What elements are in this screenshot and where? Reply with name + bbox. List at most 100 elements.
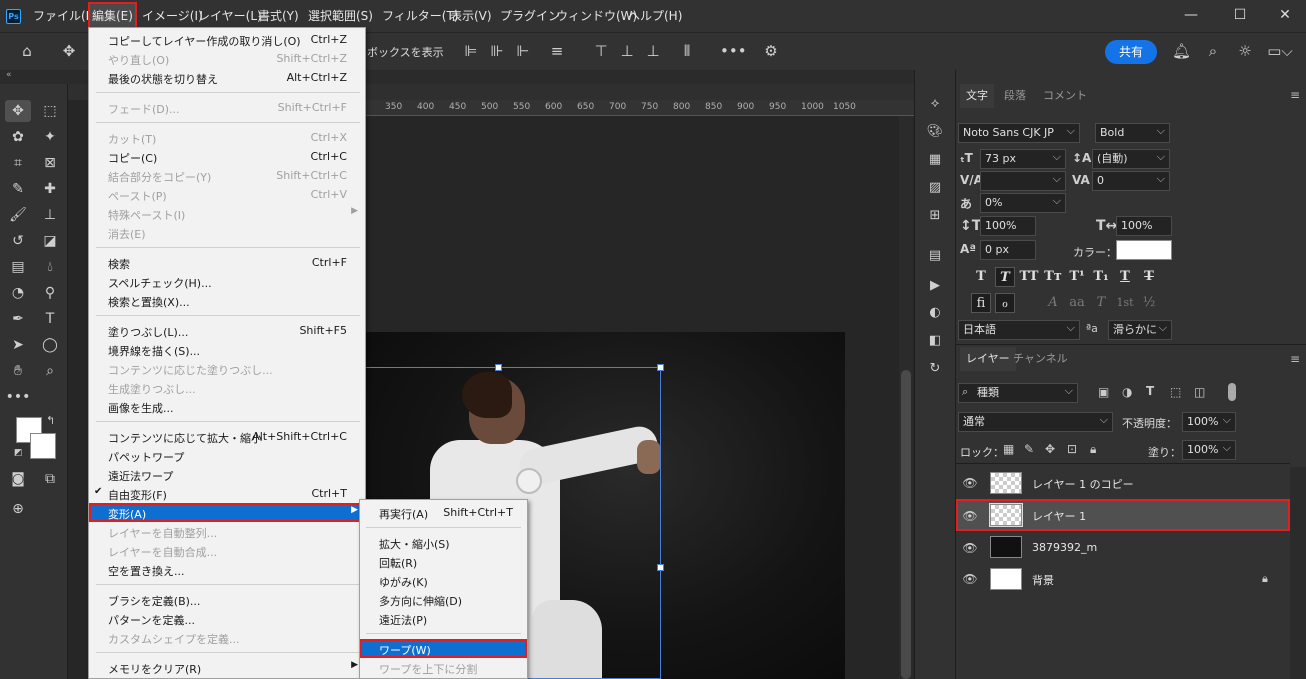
workspace-icon[interactable]: ▭⌵ <box>1266 42 1294 60</box>
align-middle-icon[interactable]: ⊥ <box>618 42 636 60</box>
fractions-button[interactable]: ½ <box>1139 293 1159 313</box>
submenu-item-again[interactable]: 再実行(A) Shift+Ctrl+T <box>360 503 527 522</box>
content-credentials-icon[interactable]: ⊕ <box>5 498 31 520</box>
transform-handle-top-right[interactable] <box>657 364 664 371</box>
submenu-item-distort[interactable]: 多方向に伸縮(D) <box>360 590 527 609</box>
tab-channels[interactable]: チャンネル <box>1013 347 1068 371</box>
lock-transparent-icon[interactable]: ▦ <box>1003 442 1014 456</box>
font-style-select[interactable]: Bold <box>1095 123 1170 143</box>
lock-position-icon[interactable]: ✥ <box>1045 442 1055 456</box>
filter-adjust-icon[interactable]: ◑ <box>1122 385 1132 399</box>
alternate-ligature-button[interactable]: ℴ <box>995 293 1015 313</box>
menu-item-content-aware-fill[interactable]: コンテンツに応じた塗りつぶし... <box>89 359 365 378</box>
titling-alternates-button[interactable]: T <box>1091 293 1111 313</box>
maximize-button[interactable]: ☐ <box>1217 0 1263 32</box>
magic-wand-tool-icon[interactable]: ✦ <box>37 126 63 148</box>
small-caps-button[interactable]: Tт <box>1043 267 1063 287</box>
ligature-button[interactable]: fi <box>971 293 991 313</box>
collapse-left-icon[interactable]: « <box>6 70 12 80</box>
visibility-eye-icon[interactable]: 👁︎ <box>962 541 978 555</box>
all-caps-button[interactable]: TT <box>1019 267 1039 287</box>
menu-item-define-shape[interactable]: カスタムシェイプを定義... <box>89 628 365 647</box>
zoom-tool-icon[interactable]: ⚲ <box>37 282 63 304</box>
horizontal-scale-input[interactable]: 100% <box>1116 216 1172 236</box>
quick-select-tool-icon[interactable]: ✿ <box>5 126 31 148</box>
tab-paragraph[interactable]: 段落 <box>1004 84 1026 108</box>
filter-type-icon[interactable]: T <box>1146 384 1154 398</box>
brush-tool-icon[interactable]: 🖌︎ <box>5 204 31 226</box>
menu-item-content-aware-scale[interactable]: コンテンツに応じて拡大・縮小 Alt+Shift+Ctrl+C <box>89 427 365 446</box>
faux-bold-button[interactable]: T <box>971 267 991 287</box>
lock-pixels-icon[interactable]: ✎ <box>1024 442 1034 456</box>
tracking-input[interactable]: 0 <box>1092 171 1170 191</box>
properties-icon[interactable]: ◧ <box>925 331 945 351</box>
leading-input[interactable]: (自動) <box>1092 149 1170 169</box>
lock-artboard-icon[interactable]: ⊡ <box>1067 442 1077 456</box>
submenu-item-warp[interactable]: ワープ(W) <box>360 639 527 658</box>
grid-icon[interactable]: ▦ <box>925 150 945 170</box>
menu-item-purge[interactable]: メモリをクリア(R) ▶ <box>89 658 365 677</box>
align-bottom-icon[interactable]: ⊥ <box>644 42 662 60</box>
align-center-icon[interactable]: ⊪ <box>488 42 506 60</box>
menu-item-puppet-warp[interactable]: パペットワープ <box>89 446 365 465</box>
distribute-icon[interactable]: ≡ <box>548 42 566 60</box>
antialias-select[interactable]: 滑らかに <box>1108 320 1172 340</box>
blur-tool-icon[interactable]: 💧︎ <box>37 256 63 278</box>
menu-plugins[interactable]: プラグイン <box>500 0 560 32</box>
submenu-item-scale[interactable]: 拡大・縮小(S) <box>360 533 527 552</box>
lightbulb-icon[interactable]: ☼ <box>1236 42 1254 60</box>
layers-scrollbar[interactable] <box>1290 467 1306 679</box>
swash-button[interactable]: A <box>1043 293 1063 313</box>
move-tool-icon[interactable]: ✥ <box>5 100 31 122</box>
filter-pixel-icon[interactable]: ▣ <box>1098 385 1109 399</box>
ordinals-button[interactable]: 1st <box>1115 293 1135 313</box>
show-transform-box-label[interactable]: ボックスを表示 <box>367 44 444 60</box>
text-color-swatch[interactable] <box>1116 240 1172 260</box>
menu-item-undo[interactable]: コピーしてレイヤー作成の取り消し(O) Ctrl+Z <box>89 30 365 49</box>
visibility-eye-icon[interactable]: 👁︎ <box>962 509 978 523</box>
submenu-item-split-warp[interactable]: ワープを上下に分割 <box>360 658 527 677</box>
play-icon[interactable]: ▶ <box>925 276 945 296</box>
kerning-input[interactable] <box>980 171 1066 191</box>
filter-shape-icon[interactable]: ⬚ <box>1170 385 1181 399</box>
menu-item-generate-image[interactable]: 画像を生成... <box>89 397 365 416</box>
menu-item-define-brush[interactable]: ブラシを定義(B)... <box>89 590 365 609</box>
menu-item-free-transform[interactable]: ✔ 自由変形(F) Ctrl+T <box>89 484 365 503</box>
menu-window[interactable]: ウィンドウ(W) <box>556 0 637 32</box>
history-icon[interactable]: ↻ <box>925 359 945 379</box>
tab-comments[interactable]: コメント <box>1043 84 1087 108</box>
filter-toggle[interactable] <box>1228 383 1236 401</box>
align-right-icon[interactable]: ⊩ <box>514 42 532 60</box>
distribute-vertical-icon[interactable]: ⦀ <box>678 42 696 60</box>
tsume-input[interactable]: 0% <box>980 193 1066 213</box>
menu-item-fill[interactable]: 塗りつぶし(L)... Shift+F5 <box>89 321 365 340</box>
gear-icon[interactable]: ⚙ <box>762 42 780 60</box>
more-options-icon[interactable]: ••• <box>720 42 747 60</box>
menu-item-perspective-warp[interactable]: 遠近法ワープ <box>89 465 365 484</box>
stylistic-alternates-button[interactable]: aa <box>1067 293 1087 313</box>
transform-handle-right[interactable] <box>657 564 664 571</box>
eyedropper-tool-icon[interactable]: ✎ <box>5 178 31 200</box>
dodge-tool-icon[interactable]: ◔ <box>5 282 31 304</box>
palette-icon[interactable]: 🎨︎ <box>925 122 945 142</box>
pattern-icon[interactable]: ⊞ <box>925 206 945 226</box>
menu-item-redo[interactable]: やり直し(O) Shift+Ctrl+Z <box>89 49 365 68</box>
submenu-item-perspective[interactable]: 遠近法(P) <box>360 609 527 628</box>
submenu-item-rotate[interactable]: 回転(R) <box>360 552 527 571</box>
search-tool-icon[interactable]: ⌕ <box>37 360 63 382</box>
stamp-tool-icon[interactable]: ⊥ <box>37 204 63 226</box>
path-select-tool-icon[interactable]: ➤ <box>5 334 31 356</box>
type-tool-icon[interactable]: T <box>37 308 63 330</box>
path-icon[interactable]: ⟡ <box>925 94 945 114</box>
menu-item-auto-blend[interactable]: レイヤーを自動合成... <box>89 541 365 560</box>
faux-italic-button[interactable]: T <box>995 267 1015 287</box>
bell-icon[interactable]: 🔔︎ <box>1172 42 1191 60</box>
lock-all-icon[interactable]: 🔒︎ <box>1090 442 1096 457</box>
menu-item-find-replace[interactable]: 検索と置換(X)... <box>89 291 365 310</box>
menu-item-define-pattern[interactable]: パターンを定義... <box>89 609 365 628</box>
strikethrough-button[interactable]: T <box>1139 267 1159 287</box>
menu-item-spell-check[interactable]: スペルチェック(H)... <box>89 272 365 291</box>
layer-filter-select[interactable]: 種類 <box>958 383 1078 403</box>
marquee-tool-icon[interactable]: ⬚ <box>37 100 63 122</box>
eraser-tool-icon[interactable]: ◪ <box>37 230 63 252</box>
